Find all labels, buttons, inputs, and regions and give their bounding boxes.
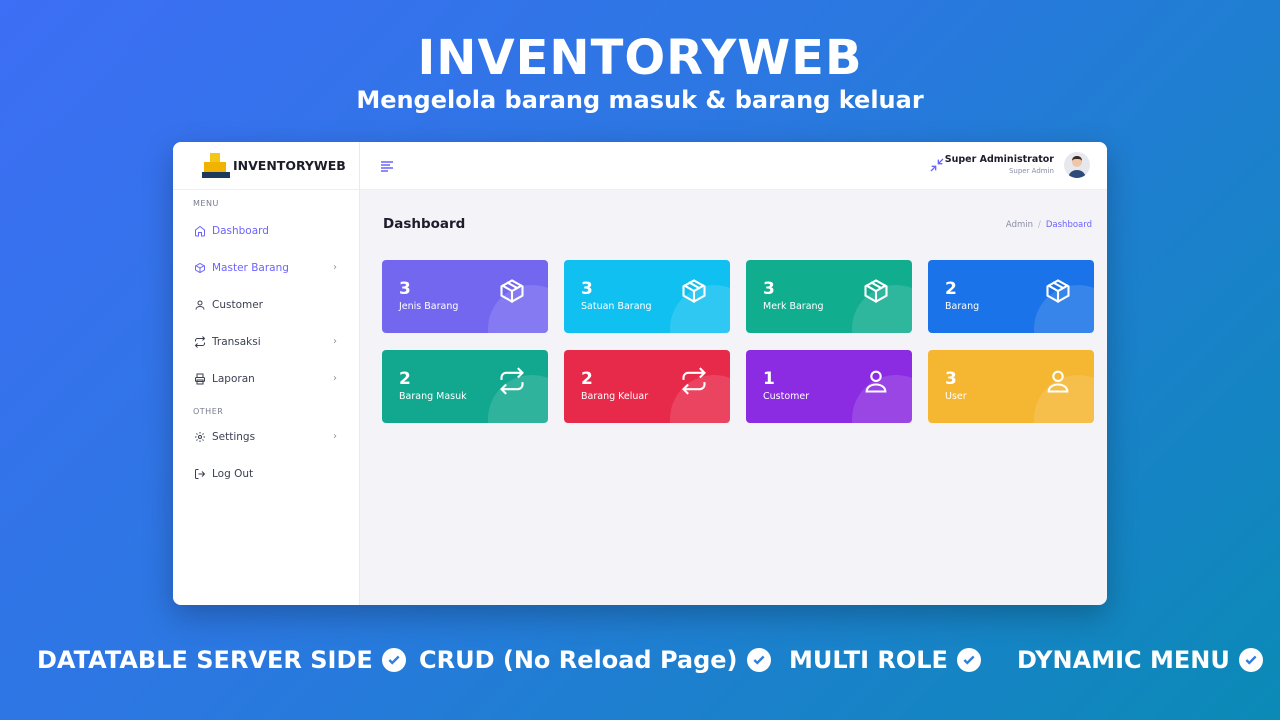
stat-label: Merk Barang: [763, 301, 824, 312]
box-icon: [1044, 277, 1072, 305]
stat-count: 2: [399, 369, 411, 389]
stat-count: 2: [581, 369, 593, 389]
gear-icon: [193, 430, 207, 444]
menu-toggle-icon[interactable]: [380, 158, 394, 172]
box-icon: [498, 277, 526, 305]
menu-section-label: MENU: [193, 199, 219, 208]
brand[interactable]: INVENTORYWEB: [173, 142, 359, 190]
sidebar-item-label: Settings: [212, 430, 256, 443]
stat-label: Barang Masuk: [399, 391, 467, 402]
check-icon: [381, 648, 406, 672]
sidebar-item-customer[interactable]: Customer: [173, 286, 359, 323]
hero-title: INVENTORYWEB: [417, 30, 863, 86]
stat-card-barang[interactable]: 2 Barang: [928, 260, 1094, 333]
sidebar-item-label: Dashboard: [212, 224, 269, 237]
sidebar-item-laporan[interactable]: Laporan ›: [173, 360, 359, 397]
check-icon: [1238, 648, 1263, 672]
breadcrumb-item[interactable]: Admin: [1006, 220, 1033, 230]
logout-icon: [193, 467, 207, 481]
feature-label: DATATABLE SERVER SIDE: [37, 646, 373, 674]
stat-count: 3: [945, 369, 957, 389]
sidebar-item-transaksi[interactable]: Transaksi ›: [173, 323, 359, 360]
chevron-right-icon: ›: [333, 373, 337, 384]
chevron-right-icon: ›: [333, 431, 337, 442]
stat-card-jenis-barang[interactable]: 3 Jenis Barang: [382, 260, 548, 333]
feature-dynamic-menu: DYNAMIC MENU: [1017, 646, 1263, 674]
topbar: Super Administrator Super Admin: [360, 142, 1107, 190]
feature-crud: CRUD (No Reload Page): [419, 646, 771, 674]
sidebar-item-label: Log Out: [212, 467, 254, 480]
breadcrumb: Admin / Dashboard: [1006, 220, 1092, 230]
stat-label: Customer: [763, 391, 810, 402]
stat-label: Satuan Barang: [581, 301, 652, 312]
stat-count: 1: [763, 369, 775, 389]
stat-card-user[interactable]: 3 User: [928, 350, 1094, 423]
stat-card-barang-keluar[interactable]: 2 Barang Keluar: [564, 350, 730, 423]
brand-logo-icon: [202, 152, 230, 179]
feature-multi-role: MULTI ROLE: [789, 646, 981, 674]
check-icon: [956, 648, 981, 672]
stat-card-barang-masuk[interactable]: 2 Barang Masuk: [382, 350, 548, 423]
stat-card-merk-barang[interactable]: 3 Merk Barang: [746, 260, 912, 333]
breadcrumb-current: Dashboard: [1045, 220, 1092, 230]
stat-count: 3: [763, 279, 775, 299]
printer-icon: [193, 372, 207, 386]
user-name[interactable]: Super Administrator: [945, 154, 1054, 165]
sidebar-item-label: Laporan: [212, 372, 255, 385]
user-icon: [193, 298, 207, 312]
feature-label: MULTI ROLE: [789, 646, 948, 674]
stat-label: Barang Keluar: [581, 391, 649, 402]
box-icon: [193, 261, 207, 275]
feature-label: CRUD (No Reload Page): [419, 646, 738, 674]
stat-count: 2: [945, 279, 957, 299]
repeat-icon: [498, 367, 526, 395]
feature-label: DYNAMIC MENU: [1017, 646, 1230, 674]
user-icon: [862, 367, 890, 395]
stat-count: 3: [581, 279, 593, 299]
breadcrumb-separator: /: [1038, 220, 1041, 230]
sidebar: INVENTORYWEB MENU Dashboard Master Baran…: [173, 142, 360, 605]
sidebar-item-logout[interactable]: Log Out: [173, 455, 359, 492]
sidebar-item-dashboard[interactable]: Dashboard: [173, 212, 359, 249]
box-icon: [680, 277, 708, 305]
repeat-icon: [193, 335, 207, 349]
sidebar-item-label: Master Barang: [212, 261, 289, 274]
user-icon: [1044, 367, 1072, 395]
stat-label: Barang: [945, 301, 980, 312]
stat-card-customer[interactable]: 1 Customer: [746, 350, 912, 423]
sidebar-item-label: Customer: [212, 298, 264, 311]
box-icon: [862, 277, 890, 305]
chevron-right-icon: ›: [333, 336, 337, 347]
home-icon: [193, 224, 207, 238]
fullscreen-exit-icon[interactable]: [929, 157, 945, 173]
stat-card-satuan-barang[interactable]: 3 Satuan Barang: [564, 260, 730, 333]
chevron-right-icon: ›: [333, 262, 337, 273]
repeat-icon: [680, 367, 708, 395]
page-title: Dashboard: [383, 216, 466, 232]
stat-label: Jenis Barang: [399, 301, 459, 312]
main-content: Dashboard Admin / Dashboard 3 Jenis Barang…: [360, 190, 1107, 605]
brand-name: INVENTORYWEB: [233, 158, 346, 173]
stat-count: 3: [399, 279, 411, 299]
check-icon: [746, 648, 771, 672]
sidebar-item-master-barang[interactable]: Master Barang ›: [173, 249, 359, 286]
feature-datatable: DATATABLE SERVER SIDE: [37, 646, 406, 674]
sidebar-item-settings[interactable]: Settings ›: [173, 418, 359, 455]
user-role: Super Admin: [1008, 167, 1054, 175]
hero-subtitle: Mengelola barang masuk & barang keluar: [356, 86, 924, 114]
sidebar-item-label: Transaksi: [212, 335, 261, 348]
avatar[interactable]: [1064, 152, 1090, 178]
other-section-label: OTHER: [193, 407, 224, 416]
stat-label: User: [945, 391, 967, 402]
app-window: INVENTORYWEB MENU Dashboard Master Baran…: [173, 142, 1107, 605]
